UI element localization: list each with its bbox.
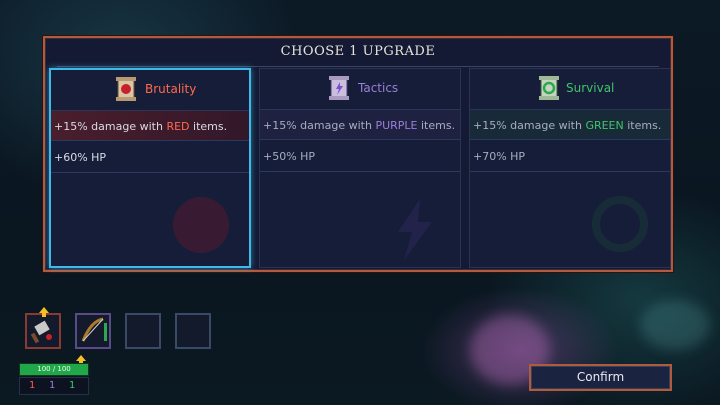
color-keyword-purple: PURPLE — [375, 119, 418, 132]
stat-counters: 1 1 1 — [19, 377, 89, 395]
stat-purple-value: 1 — [49, 380, 56, 391]
color-keyword-red: RED — [166, 120, 190, 133]
effect-hp-text: +60% HP — [54, 151, 107, 164]
background-glow — [640, 300, 710, 350]
effect-row-damage: +15% damage with GREEN items. — [470, 110, 670, 140]
effect-row-hp: +50% HP — [260, 142, 460, 172]
upgrade-card-survival[interactable]: Survival +15% damage with GREEN items. +… — [469, 68, 671, 268]
effect-row-damage: +15% damage with PURPLE items. — [260, 110, 460, 140]
tactics-watermark-icon — [398, 199, 432, 260]
effect-damage-text: +15% damage with GREEN items. — [473, 119, 662, 132]
effect-row-hp: +70% HP — [470, 142, 670, 172]
upgrade-arrow-icon — [39, 307, 49, 317]
health-bar: 100 / 100 — [19, 363, 89, 376]
survival-scroll-icon — [539, 76, 559, 100]
effect-hp-text: +70% HP — [473, 150, 526, 163]
effect-hp-text: +50% HP — [263, 150, 316, 163]
tactics-scroll-icon — [329, 76, 349, 100]
upgrade-dialog: CHOOSE 1 UPGRADE Brutality +15% damage w… — [43, 36, 673, 272]
stat-green-value: 1 — [69, 380, 76, 391]
effect-row-hp: +60% HP — [51, 143, 249, 173]
weapon-bow-icon — [81, 317, 107, 342]
stat-red-value: 1 — [29, 380, 36, 391]
card-title-brutality: Brutality — [145, 82, 197, 96]
effect-damage-text: +15% damage with RED items. — [54, 120, 228, 133]
upgrade-card-brutality[interactable]: Brutality +15% damage with RED items. +6… — [49, 68, 251, 268]
dialog-title: CHOOSE 1 UPGRADE — [280, 44, 436, 59]
inventory-slot-3[interactable] — [125, 313, 161, 349]
color-keyword-green: GREEN — [585, 119, 624, 132]
upgrade-card-tactics[interactable]: Tactics +15% damage with PURPLE items. +… — [259, 68, 461, 268]
weapon-cleaver-icon — [30, 320, 52, 344]
brutality-scroll-icon — [116, 77, 136, 101]
card-title-survival: Survival — [566, 81, 615, 95]
inventory-slot-4[interactable] — [175, 313, 211, 349]
effect-row-damage: +15% damage with RED items. — [51, 111, 249, 141]
brutality-watermark-icon — [173, 197, 229, 253]
confirm-button[interactable]: Confirm — [529, 364, 672, 391]
title-divider — [57, 66, 659, 67]
inventory-slot-2[interactable] — [75, 313, 111, 349]
health-text: 100 / 100 — [37, 365, 71, 373]
effect-damage-text: +15% damage with PURPLE items. — [263, 119, 456, 132]
survival-watermark-icon — [592, 196, 648, 252]
card-title-tactics: Tactics — [358, 81, 399, 95]
inventory-slot-1[interactable] — [25, 307, 61, 349]
